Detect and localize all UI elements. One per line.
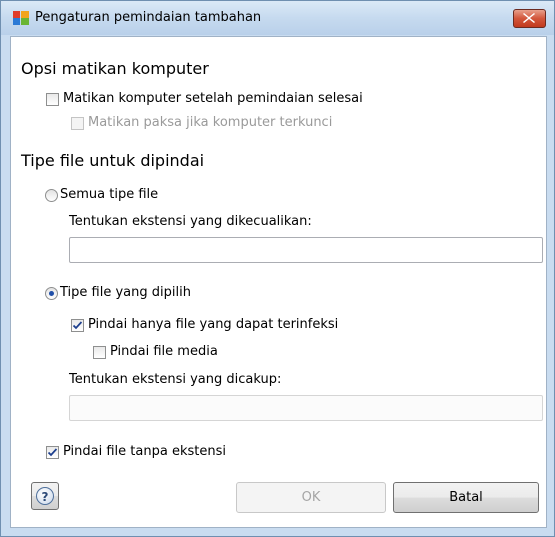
dialog-window: Pengaturan pemindaian tambahan Opsi mati… [0, 0, 555, 537]
checkmark-icon [73, 321, 82, 330]
excluded-extensions-label: Tentukan ekstensi yang dikecualikan: [69, 214, 312, 229]
infectable-only-checkbox[interactable] [71, 319, 84, 332]
shutdown-after-scan-label[interactable]: Matikan komputer setelah pemindaian sele… [63, 91, 363, 106]
no-extension-label[interactable]: Pindai file tanpa ekstensi [63, 444, 226, 459]
help-icon: ? [36, 487, 54, 505]
selected-file-types-radio[interactable] [45, 287, 58, 300]
close-button[interactable] [513, 9, 546, 28]
all-file-types-label[interactable]: Semua tipe file [60, 187, 158, 202]
media-files-label[interactable]: Pindai file media [110, 344, 218, 359]
force-shutdown-label[interactable]: Matikan paksa jika komputer terkunci [88, 115, 332, 130]
media-files-checkbox[interactable] [93, 346, 106, 359]
window-title: Pengaturan pemindaian tambahan [35, 10, 262, 25]
cancel-button[interactable]: Batal [393, 482, 539, 513]
file-types-heading: Tipe file untuk dipindai [21, 151, 205, 170]
title-bar[interactable]: Pengaturan pemindaian tambahan [1, 1, 554, 35]
shutdown-heading: Opsi matikan komputer [21, 59, 209, 78]
close-icon [523, 13, 535, 23]
excluded-extensions-input[interactable] [69, 237, 543, 263]
checkmark-icon [48, 448, 57, 457]
avg-logo-icon [13, 11, 29, 25]
all-file-types-radio[interactable] [45, 189, 58, 202]
shutdown-after-scan-checkbox[interactable] [46, 93, 59, 106]
radio-selected-dot [49, 291, 54, 296]
dialog-content: Opsi matikan komputer Matikan komputer s… [10, 36, 547, 528]
selected-file-types-label[interactable]: Tipe file yang dipilih [60, 285, 191, 300]
included-extensions-label: Tentukan ekstensi yang dicakup: [69, 372, 282, 387]
force-shutdown-checkbox[interactable] [71, 117, 84, 130]
no-extension-checkbox[interactable] [46, 446, 59, 459]
included-extensions-input[interactable] [69, 395, 543, 421]
help-button[interactable]: ? [31, 482, 59, 510]
infectable-only-label[interactable]: Pindai hanya file yang dapat terinfeksi [88, 317, 338, 332]
ok-button[interactable]: OK [236, 482, 386, 513]
